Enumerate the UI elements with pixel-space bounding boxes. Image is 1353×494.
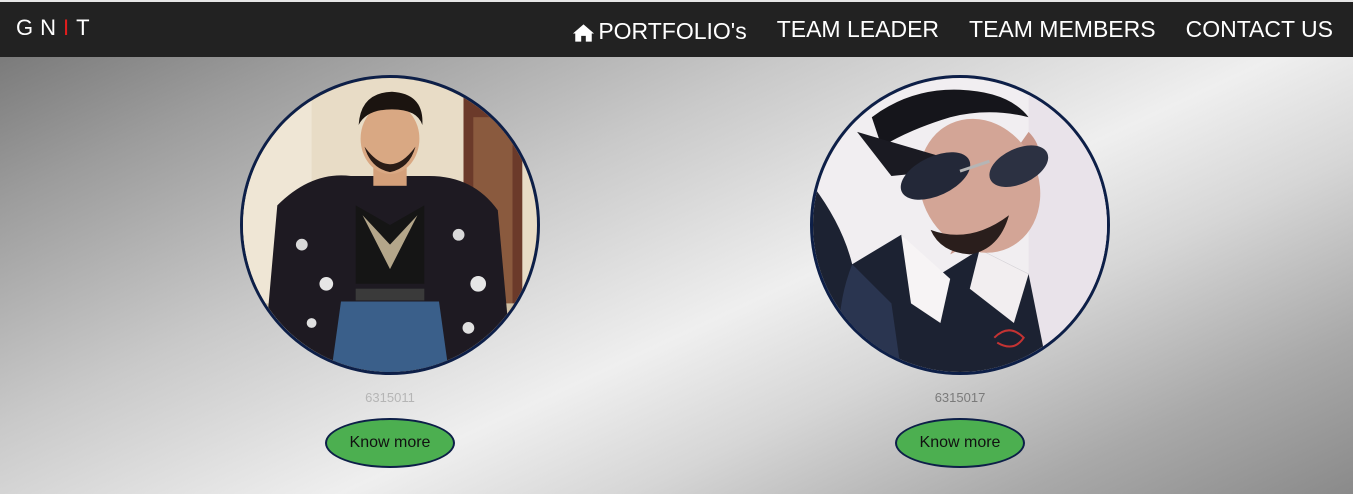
brand-letter-g: G: [16, 15, 41, 40]
home-icon: [573, 23, 595, 42]
know-more-button-2[interactable]: Know more: [895, 418, 1025, 468]
main-nav: PORTFOLIO's TEAM LEADER TEAM MEMBERS CON…: [572, 14, 1333, 45]
know-more-button-1[interactable]: Know more: [325, 418, 455, 468]
nav-portfolio-label: PORTFOLIO's: [598, 18, 747, 44]
nav-team-members[interactable]: TEAM MEMBERS: [969, 16, 1156, 43]
member-photo-1: [240, 75, 540, 375]
member-id-2: 6315017: [934, 390, 986, 405]
brand-letter-i: I: [63, 15, 77, 40]
nav-team-leader[interactable]: TEAM LEADER: [777, 16, 939, 43]
member-photo-2: [810, 75, 1110, 375]
brand-logo[interactable]: GNIT: [16, 15, 97, 41]
brand-letter-n: N: [40, 15, 64, 40]
member-card-2: 6315017 Know more: [810, 75, 1110, 468]
member-card-1: 6315011 Know more: [240, 75, 540, 468]
member-id-1: 6315011: [365, 390, 415, 405]
top-navbar: GNIT PORTFOLIO's TEAM LEADER TEAM MEMBER…: [0, 0, 1353, 57]
nav-contact-us[interactable]: CONTACT US: [1186, 16, 1333, 43]
brand-letter-t: T: [76, 15, 97, 40]
nav-portfolio[interactable]: PORTFOLIO's: [572, 18, 747, 45]
